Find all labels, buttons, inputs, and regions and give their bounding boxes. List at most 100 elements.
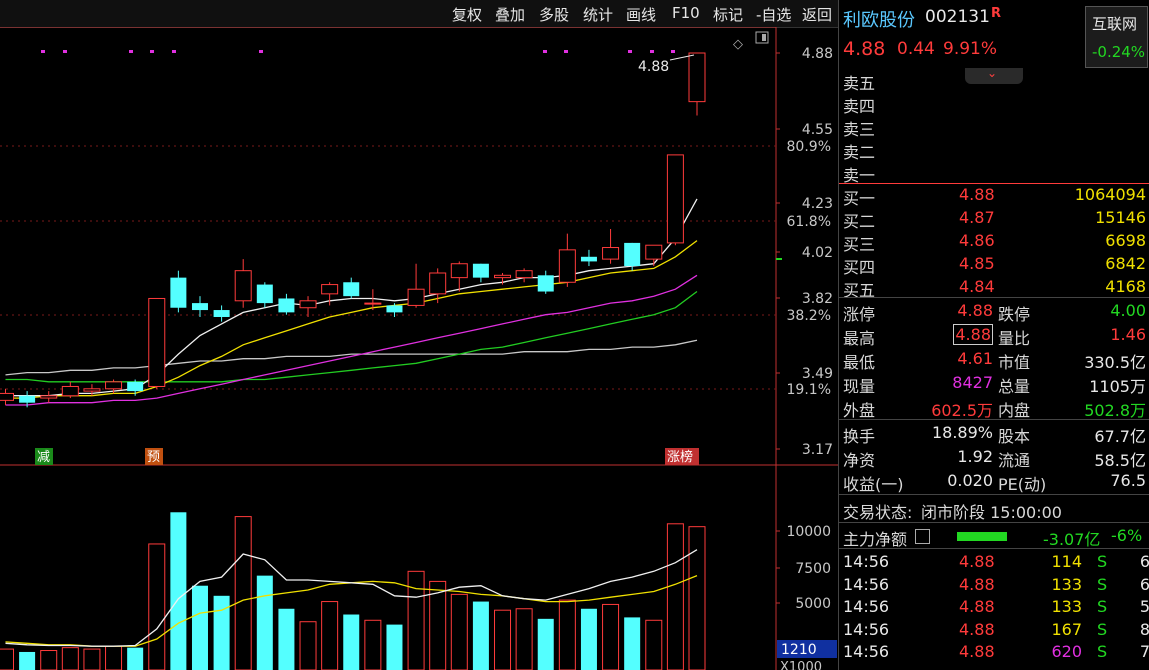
quote-panel: 利欧股份 002131 R 4.88 0.44 9.91% 互联网 -0.24%… bbox=[838, 0, 1149, 670]
divider bbox=[839, 419, 1149, 420]
stat-value: 4.61 bbox=[957, 349, 993, 368]
volume-bar bbox=[645, 619, 663, 670]
stat-value: 1.46 bbox=[1110, 325, 1146, 344]
volume-bar bbox=[0, 648, 14, 670]
candle-body bbox=[40, 395, 58, 399]
candle-body bbox=[127, 381, 144, 392]
candle-body bbox=[364, 302, 382, 305]
signal-marker bbox=[543, 50, 547, 53]
volume-bar bbox=[666, 523, 684, 670]
volume-tick-label: 7500 bbox=[795, 561, 831, 577]
status-label: 交易状态: bbox=[843, 503, 913, 522]
candle-body bbox=[256, 284, 273, 304]
candle-body bbox=[429, 272, 447, 295]
toolbar-item[interactable]: 统计 bbox=[583, 4, 613, 25]
toolbar-item[interactable]: -自选 bbox=[756, 4, 791, 25]
tick-volume: 620 bbox=[1051, 642, 1082, 661]
volume-bar bbox=[321, 601, 339, 670]
price-tick-label: 3.82 bbox=[802, 291, 833, 307]
toolbar-item[interactable]: 标记 bbox=[713, 4, 743, 25]
buy-level-volume: 1064094 bbox=[1074, 185, 1146, 204]
toolbar-item[interactable]: 画线 bbox=[626, 4, 656, 25]
stat-label: 量比 bbox=[998, 329, 1031, 348]
toolbar-item[interactable]: 多股 bbox=[539, 4, 569, 25]
candle-body bbox=[515, 270, 533, 279]
volume-tick-label: 10000 bbox=[786, 524, 831, 540]
signal-marker bbox=[41, 50, 45, 53]
candle-body bbox=[558, 249, 576, 283]
tick-volume: 167 bbox=[1051, 619, 1082, 639]
candle-body bbox=[191, 303, 208, 311]
collapse-button[interactable]: ⌄ bbox=[965, 66, 1023, 84]
candle-body bbox=[61, 385, 79, 397]
status-value: 闭市阶段 15:00:00 bbox=[921, 503, 1062, 522]
main-flow-value: -3.07亿 bbox=[1043, 530, 1101, 549]
candle-body bbox=[343, 282, 360, 297]
tick-price: 4.88 bbox=[959, 619, 995, 639]
toolbar-item[interactable]: F10 bbox=[672, 4, 700, 22]
volume-bar bbox=[558, 599, 576, 670]
tick-count: 6 bbox=[1139, 552, 1149, 571]
volume-cursor-label: 1210 bbox=[781, 642, 817, 658]
buy-level-price: 4.88 bbox=[959, 185, 995, 204]
price-tick-label: 3.17 bbox=[802, 442, 833, 458]
kline-chart[interactable]: 4.88 4.55 4.23 4.02 3.82 3.49 3.17 80.9% 61.8% 38… bbox=[0, 27, 838, 670]
chevron-down-icon: ⌄ bbox=[987, 66, 998, 80]
stock-code: 002131 bbox=[925, 7, 990, 27]
pct-tick-label: 61.8% bbox=[787, 214, 831, 230]
candle-body bbox=[688, 52, 706, 103]
stat-label: 总量 bbox=[998, 377, 1031, 396]
price-tick-label: 4.02 bbox=[802, 245, 833, 261]
main-flow-pct: -6% bbox=[1111, 526, 1143, 545]
buy-level-label[interactable]: 买三 bbox=[843, 231, 875, 255]
buy-level-label[interactable]: 买一 bbox=[843, 185, 875, 209]
candle-body bbox=[321, 284, 339, 295]
signal-marker bbox=[650, 50, 654, 53]
signal-marker bbox=[671, 50, 675, 53]
volume-bar bbox=[256, 575, 273, 670]
stat-value: 502.8万 bbox=[1084, 401, 1146, 420]
index-box[interactable]: 互联网 -0.24% bbox=[1085, 6, 1148, 68]
candle-body bbox=[19, 395, 36, 403]
signal-marker bbox=[628, 50, 632, 53]
stat-value: 4.88 bbox=[953, 324, 993, 345]
volume-bar bbox=[343, 614, 360, 670]
volume-unit-label: X1000 bbox=[780, 660, 822, 670]
buy-level-volume: 6698 bbox=[1105, 231, 1146, 250]
stat-value: 1105万 bbox=[1089, 377, 1146, 396]
list-icon[interactable] bbox=[915, 529, 930, 544]
tick-side: S bbox=[1097, 642, 1108, 661]
diamond-icon: ◇ bbox=[733, 37, 743, 52]
tick-price: 4.88 bbox=[959, 642, 995, 661]
candle-body bbox=[645, 244, 663, 260]
stat-value: 67.7亿 bbox=[1094, 427, 1146, 446]
volume-bar bbox=[624, 617, 641, 670]
ma-line-yellow bbox=[5, 240, 698, 399]
toolbar-item[interactable]: 返回 bbox=[802, 4, 832, 25]
toolbar-item[interactable]: 复权 bbox=[452, 4, 482, 25]
volume-bar bbox=[299, 621, 317, 670]
candle-body bbox=[0, 392, 14, 401]
stat-value: 76.5 bbox=[1110, 471, 1146, 490]
toolbar-item[interactable]: 叠加 bbox=[495, 4, 525, 25]
volume-bar bbox=[40, 650, 58, 670]
event-marker-label: 涨榜 bbox=[667, 449, 693, 465]
buy-level-label[interactable]: 买二 bbox=[843, 208, 875, 232]
tick-volume: 133 bbox=[1051, 574, 1082, 594]
tick-count: 7 bbox=[1139, 642, 1149, 661]
stock-name[interactable]: 利欧股份 bbox=[843, 6, 915, 32]
volume-bar bbox=[407, 570, 425, 670]
pct-tick-label: 38.2% bbox=[787, 308, 831, 324]
pct-tick-label: 19.1% bbox=[787, 382, 831, 398]
tick-side: S bbox=[1097, 619, 1108, 639]
volume-bar bbox=[494, 609, 512, 670]
buy-level-label[interactable]: 买四 bbox=[843, 254, 875, 278]
divider bbox=[839, 548, 1149, 549]
book-divider bbox=[839, 183, 1149, 184]
flow-bar bbox=[957, 532, 1007, 541]
candle-body bbox=[83, 388, 101, 392]
tick-price: 4.88 bbox=[959, 574, 995, 594]
tick-price: 4.88 bbox=[959, 597, 995, 616]
stat-value: 58.5亿 bbox=[1094, 451, 1146, 470]
stat-label: 内盘 bbox=[998, 401, 1031, 420]
